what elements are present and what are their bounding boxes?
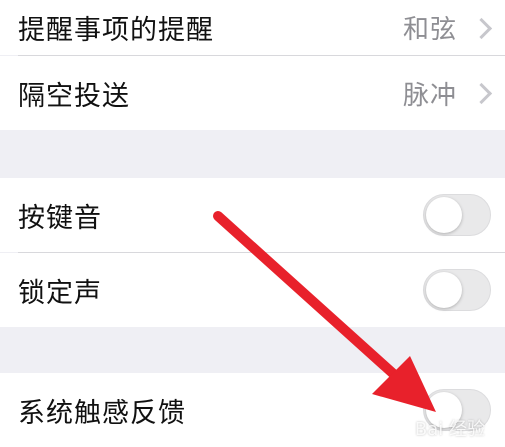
red-arrow-annotation (213, 211, 436, 412)
watermark-text: Bai 经验 (414, 419, 485, 440)
